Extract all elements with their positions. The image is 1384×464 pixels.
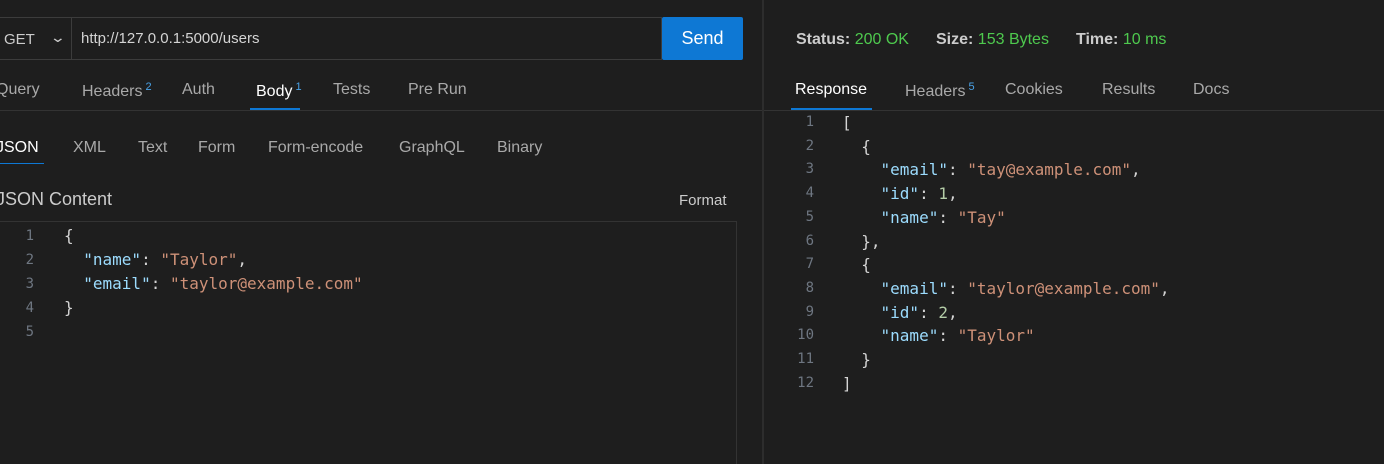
code-line: } [842,350,871,370]
tab-label: Cookies [1005,81,1063,98]
body-tab-binary[interactable]: Binary [497,139,542,157]
tab-tests[interactable]: Tests [333,81,370,99]
content-title: JSON Content [0,189,113,209]
line-number: 4 [25,300,34,316]
code-line: "email": "tay@example.com", [880,160,1141,180]
time-label: Time: [1076,31,1119,48]
body-tab-json[interactable]: JSON [0,139,39,157]
tab-label: Pre Run [408,81,467,98]
tab-label: Results [1102,81,1156,98]
size-label: Size: [936,31,974,48]
tab-label: Headers [905,83,966,100]
code-lines: { "name": "Taylor", "email": "taylor@exa… [64,224,363,344]
line-number: 5 [25,324,34,340]
request-panel: GET ⌄ http://127.0.0.1:5000/users Send Q… [0,0,762,464]
method-select[interactable]: GET ⌄ [0,18,72,59]
line-number: 11 [797,351,814,368]
size-field: Size: 153 Bytes [936,31,1049,49]
tab-docs[interactable]: Docs [1193,81,1229,99]
code-line: "name": "Tay" [880,207,1006,227]
method-label: GET [4,31,35,48]
tab-label: Query [0,81,40,98]
active-tab-indicator [250,108,300,110]
code-line: "email": "taylor@example.com" [83,274,363,293]
tab-body[interactable]: Body 1 [256,81,302,101]
code-line: { [64,226,74,245]
code-line: "id": 1, [880,184,958,204]
code-line: "name": "Taylor", [83,250,248,269]
line-number: 6 [805,232,814,249]
tab-label: Response [795,81,868,98]
line-number: 8 [805,279,814,296]
request-body-editor[interactable]: 1 2 3 4 5 { "name": "Taylor", "email": "… [0,221,737,464]
tab-label: Body [256,83,293,100]
tab-label: Tests [333,81,371,98]
body-tab-indicator [0,163,44,164]
size-value: 153 Bytes [977,31,1049,48]
tab-pre-run[interactable]: Pre Run [408,81,467,99]
code-line: "email": "taylor@example.com", [880,278,1170,298]
code-line: { [842,255,871,275]
line-number: 9 [805,303,814,320]
line-number-gutter: 1 2 3 4 5 [4,224,34,344]
line-number: 1 [25,228,34,244]
body-tab-form-encode[interactable]: Form-encode [268,139,363,157]
line-number: 2 [805,137,814,154]
code-line: "id": 2, [880,302,958,322]
line-number: 7 [805,256,814,273]
line-number: 3 [25,276,34,292]
tab-label: Docs [1193,81,1230,98]
tab-divider [0,110,762,111]
tab-cookies[interactable]: Cookies [1005,81,1063,99]
line-number: 10 [797,327,814,344]
tab-response[interactable]: Response [795,81,867,99]
tab-results[interactable]: Results [1102,81,1155,99]
line-number: 12 [797,374,814,391]
line-number: 5 [805,208,814,225]
tab-badge: 1 [295,81,302,93]
code-line: "name": "Taylor" [880,326,1035,346]
send-button[interactable]: Send [662,17,743,60]
tab-label: Headers [82,83,143,100]
code-line: { [842,136,871,156]
body-tab-form[interactable]: Form [198,139,235,157]
response-body: [ { "email": "tay@example.com", "id": 1,… [842,111,1170,395]
format-button[interactable]: Format [679,192,727,209]
time-value: 10 ms [1122,31,1167,48]
tab-query[interactable]: Query [0,81,40,99]
code-line: }, [842,231,881,251]
body-tab-graphql[interactable]: GraphQL [399,139,465,157]
code-line: } [64,298,74,317]
tab-badge: 5 [968,81,975,93]
body-tab-xml[interactable]: XML [73,139,106,157]
time-field: Time: 10 ms [1076,31,1166,49]
code-line: [ [842,113,852,132]
tab-headers[interactable]: Headers 2 [82,81,152,101]
status-field: Status: 200 OK [796,31,909,49]
code-line: ] [842,373,852,393]
body-tab-text[interactable]: Text [138,139,167,157]
url-input[interactable]: http://127.0.0.1:5000/users [81,30,259,47]
status-label: Status: [796,31,851,48]
tab-response-headers[interactable]: Headers 5 [905,81,975,101]
tab-auth[interactable]: Auth [182,81,215,99]
tab-label: Auth [182,81,215,98]
tab-badge: 2 [145,81,152,93]
status-value: 200 OK [854,31,909,48]
line-number: 3 [805,161,814,178]
line-number: 1 [805,114,814,130]
line-number: 4 [805,185,814,202]
active-tab-indicator [791,108,872,110]
response-panel: Status: 200 OK Size: 153 Bytes Time: 10 … [764,0,1384,464]
line-number-gutter: 1 2 3 4 5 6 7 8 9 10 11 12 [784,111,814,395]
url-bar: GET ⌄ http://127.0.0.1:5000/users [0,17,662,60]
line-number: 2 [25,252,34,268]
chevron-down-icon: ⌄ [49,29,67,45]
